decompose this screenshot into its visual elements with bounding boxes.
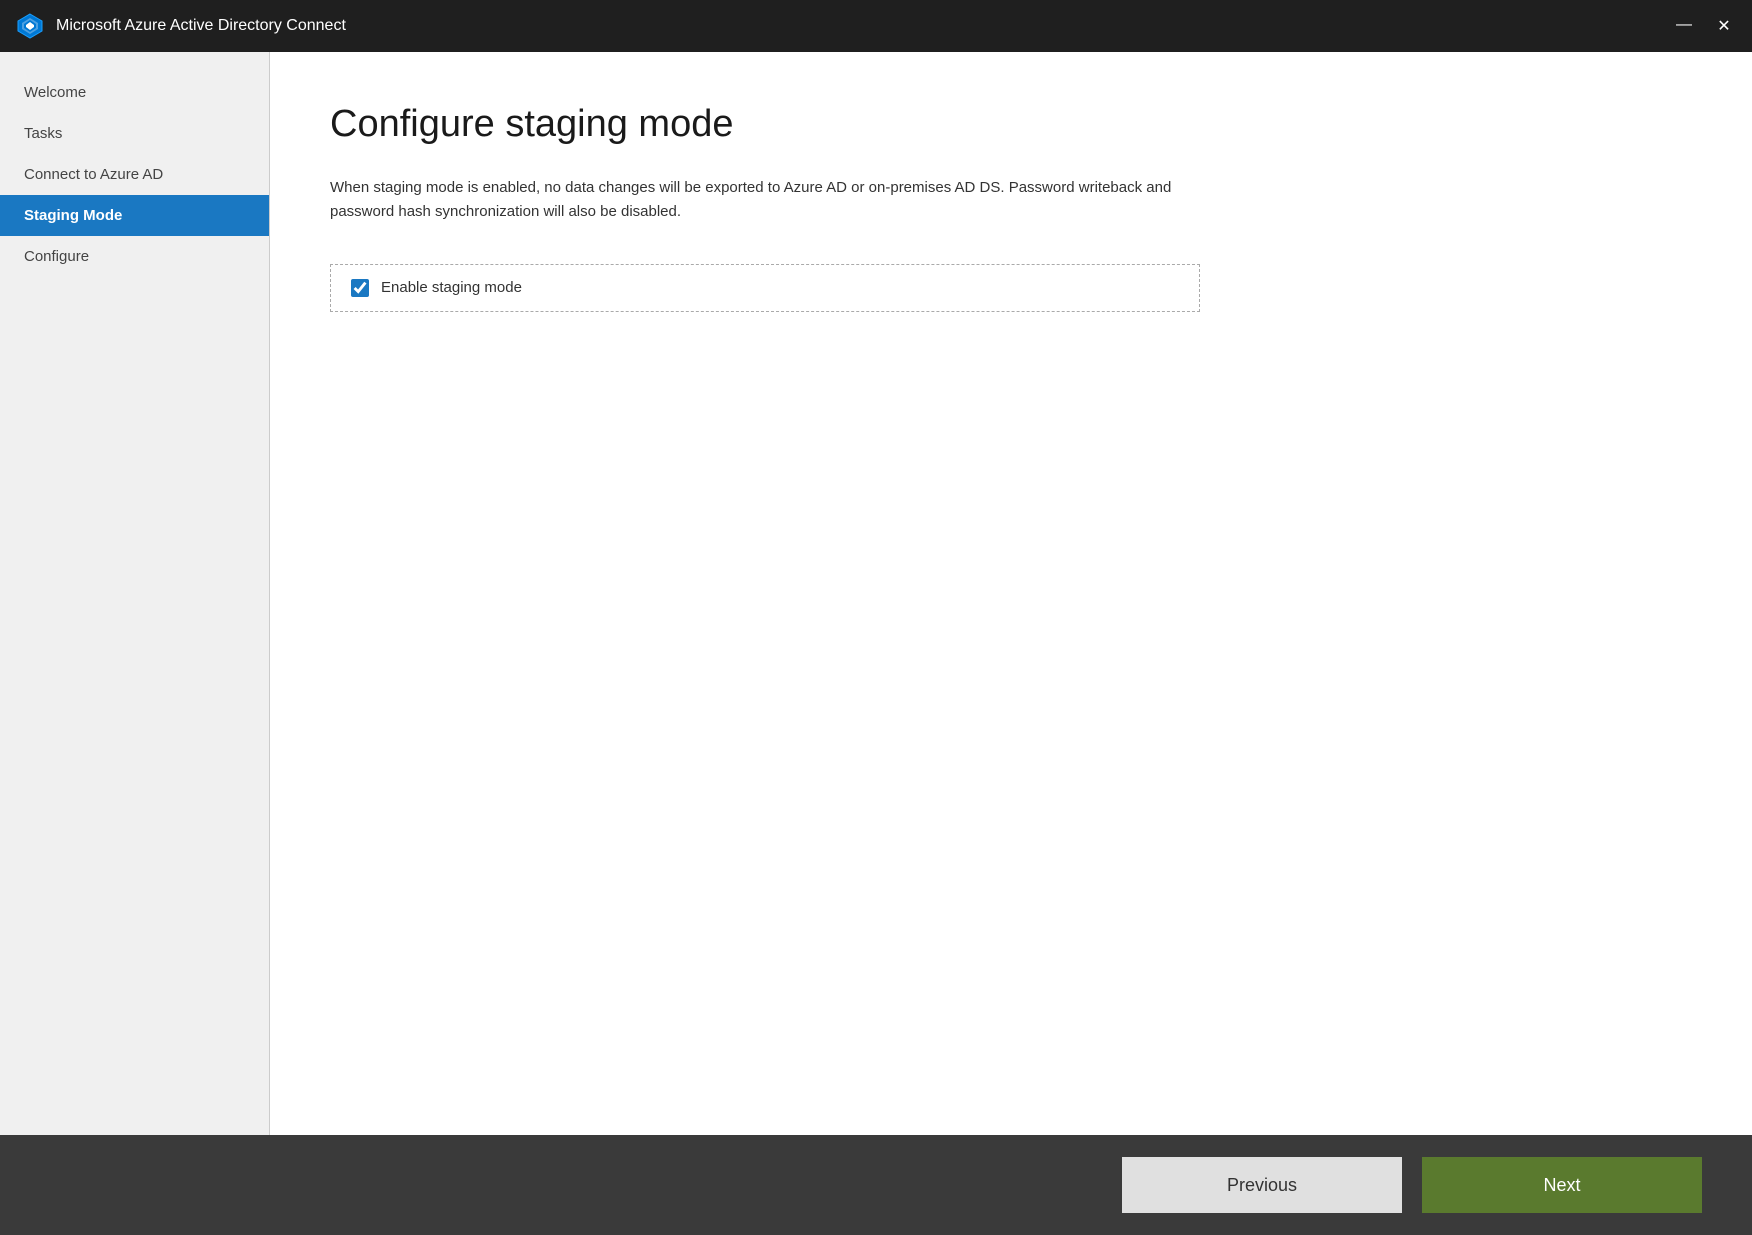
footer: Previous Next <box>0 1135 1752 1235</box>
previous-button[interactable]: Previous <box>1122 1157 1402 1213</box>
app-window: Microsoft Azure Active Directory Connect… <box>0 0 1752 1235</box>
sidebar-item-staging-mode[interactable]: Staging Mode <box>0 195 269 236</box>
sidebar-item-connect-azure-ad[interactable]: Connect to Azure AD <box>0 154 269 195</box>
page-title: Configure staging mode <box>330 102 1692 148</box>
sidebar-item-welcome[interactable]: Welcome <box>0 72 269 113</box>
content-body: Configure staging mode When staging mode… <box>270 52 1752 1135</box>
sidebar: Welcome Tasks Connect to Azure AD Stagin… <box>0 52 270 1135</box>
sidebar-item-configure[interactable]: Configure <box>0 236 269 277</box>
checkbox-label: Enable staging mode <box>381 279 522 296</box>
enable-staging-mode-checkbox[interactable] <box>351 279 369 297</box>
window-title: Microsoft Azure Active Directory Connect <box>56 17 1672 35</box>
main-content: Welcome Tasks Connect to Azure AD Stagin… <box>0 52 1752 1135</box>
next-button[interactable]: Next <box>1422 1157 1702 1213</box>
close-button[interactable]: ✕ <box>1712 16 1736 36</box>
window-controls: — ✕ <box>1672 16 1736 36</box>
page-description: When staging mode is enabled, no data ch… <box>330 176 1190 224</box>
titlebar: Microsoft Azure Active Directory Connect… <box>0 0 1752 52</box>
sidebar-item-tasks[interactable]: Tasks <box>0 113 269 154</box>
app-icon <box>16 12 44 40</box>
enable-staging-mode-checkbox-container[interactable]: Enable staging mode <box>330 264 1200 312</box>
content-area: Configure staging mode When staging mode… <box>270 52 1752 1135</box>
minimize-button[interactable]: — <box>1672 16 1696 36</box>
